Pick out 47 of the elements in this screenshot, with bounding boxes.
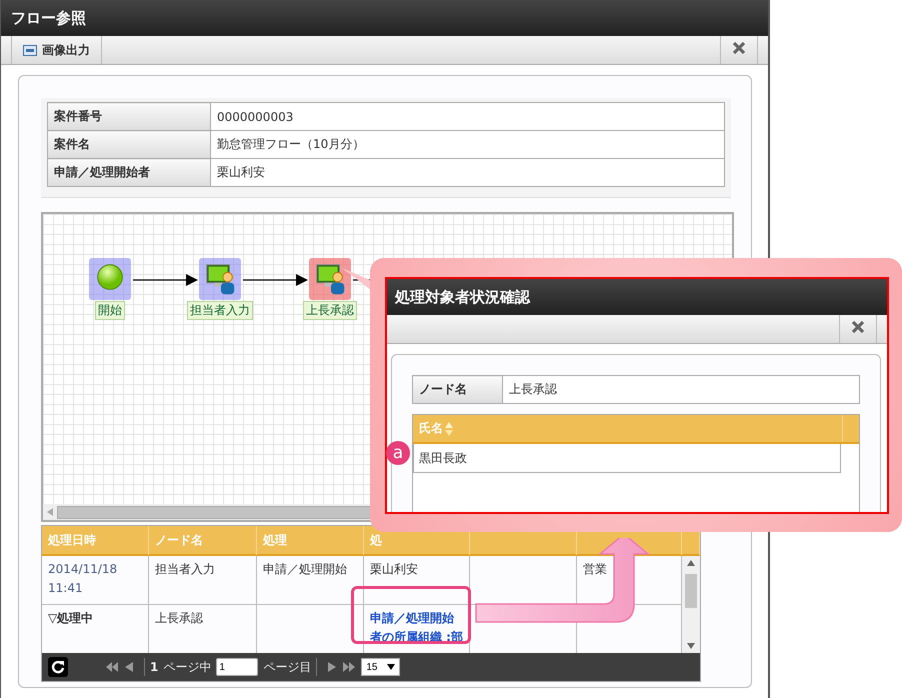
field-value: 上長承認 — [502, 376, 860, 404]
node-label: 開始 — [95, 301, 125, 320]
close-button[interactable] — [839, 315, 877, 343]
window-title: フロー参照 — [11, 8, 86, 28]
connector-arrow — [243, 274, 308, 286]
close-icon — [851, 320, 865, 334]
table-cell: 黒田長政 — [419, 450, 467, 466]
table-cell: 上長承認 — [155, 611, 203, 625]
column-header[interactable]: 処 — [370, 533, 382, 547]
page-input[interactable]: 1 — [216, 658, 258, 676]
column-header[interactable]: 処理日時 — [48, 533, 96, 547]
field-label: ノード名 — [412, 376, 502, 404]
field-label: 案件番号 — [48, 102, 210, 130]
table-cell: 担当者入力 — [155, 562, 215, 576]
table-cell: 営業 — [583, 562, 607, 576]
page-size-select[interactable]: 15 — [361, 658, 400, 676]
field-value: 0000000003 — [210, 102, 724, 130]
scroll-thumb[interactable] — [685, 574, 697, 608]
caret-icon — [387, 664, 396, 670]
image-icon — [23, 44, 37, 56]
refresh-button[interactable] — [48, 657, 68, 677]
export-image-button[interactable]: 画像出力 — [11, 36, 102, 64]
node-label: 上長承認 — [303, 301, 357, 320]
node-label: 担当者入力 — [187, 301, 253, 320]
field-value: 栗山利安 — [210, 158, 724, 186]
start-node[interactable] — [89, 258, 131, 300]
scroll-up-icon[interactable] — [687, 560, 695, 566]
column-header[interactable]: 処理 — [263, 533, 287, 547]
task-node[interactable] — [199, 258, 241, 300]
table-cell: 栗山利安 — [370, 562, 418, 576]
status-text: ▽処理中 — [48, 611, 94, 625]
close-button[interactable] — [720, 36, 758, 64]
field-label: 案件名 — [48, 130, 210, 158]
task-node[interactable] — [309, 258, 351, 300]
field-label: 申請／処理開始者 — [48, 158, 210, 186]
table-cell: 申請／処理開始 — [263, 562, 347, 576]
column-header[interactable]: 氏名 — [419, 420, 443, 437]
close-icon — [732, 40, 746, 54]
page-of-label: ページ中 — [163, 658, 212, 676]
page-suffix-label: ページ目 — [263, 658, 312, 676]
popup-title: 処理対象者状況確認 — [395, 288, 530, 306]
column-header[interactable]: ノード名 — [155, 533, 203, 547]
vertical-scrollbar[interactable] — [682, 556, 700, 653]
connector-arrow — [133, 274, 198, 286]
field-value: 勤怠管理フロー（10月分） — [210, 130, 724, 158]
current-page: 1 — [150, 660, 158, 674]
date-text: 2014/11/18 11:41 — [48, 562, 118, 595]
